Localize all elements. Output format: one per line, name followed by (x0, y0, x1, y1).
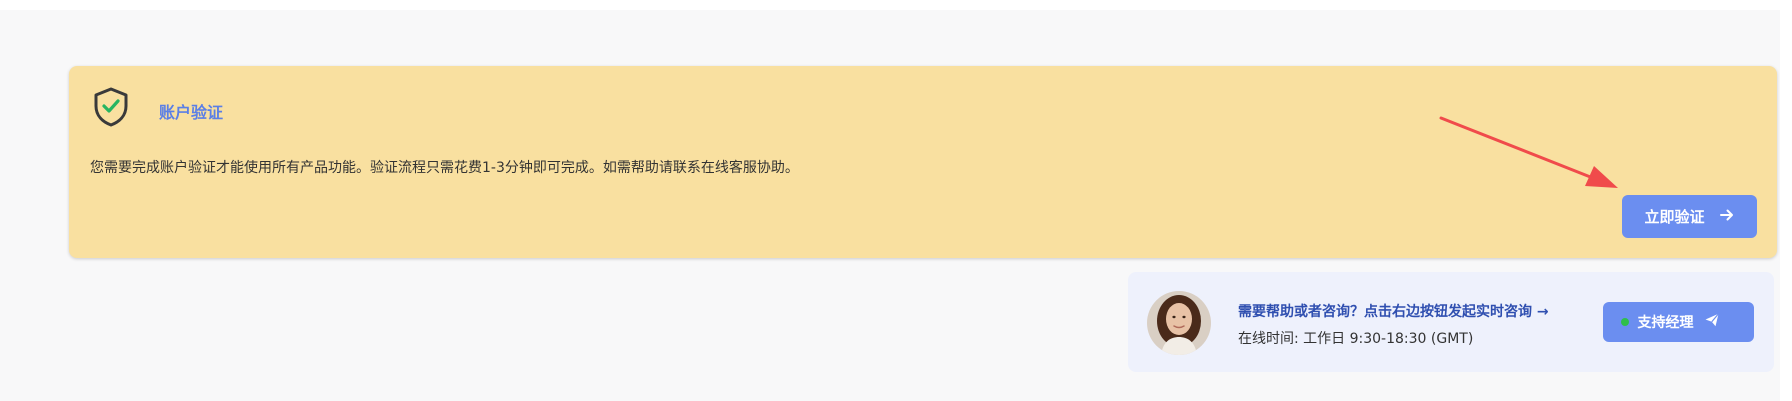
right-gutter (1780, 10, 1792, 401)
verify-now-button[interactable]: 立即验证 (1622, 195, 1757, 238)
support-manager-button[interactable]: 支持经理 (1603, 302, 1754, 342)
paper-plane-icon (1704, 312, 1720, 332)
page-background: 账户验证 您需要完成账户验证才能使用所有产品功能。验证流程只需花费1-3分钟即可… (0, 10, 1792, 401)
avatar (1147, 291, 1211, 355)
card-description: 您需要完成账户验证才能使用所有产品功能。验证流程只需花费1-3分钟即可完成。如需… (90, 160, 799, 176)
support-hours-text: 在线时间: 工作日 9:30-18:30 (GMT) (1238, 331, 1474, 347)
shield-check-icon (92, 86, 130, 128)
support-prompt-text[interactable]: 需要帮助或者咨询？点击右边按钮发起实时咨询 → (1238, 301, 1549, 321)
card-title: 账户验证 (159, 103, 224, 122)
online-status-dot (1621, 318, 1629, 326)
verify-now-label: 立即验证 (1644, 208, 1705, 226)
support-manager-label: 支持经理 (1637, 315, 1694, 331)
arrow-right-icon (1719, 207, 1735, 227)
support-contact-card: 需要帮助或者咨询？点击右边按钮发起实时咨询 → 在线时间: 工作日 9:30-1… (1128, 272, 1774, 372)
account-verification-card: 账户验证 您需要完成账户验证才能使用所有产品功能。验证流程只需花费1-3分钟即可… (69, 66, 1777, 258)
